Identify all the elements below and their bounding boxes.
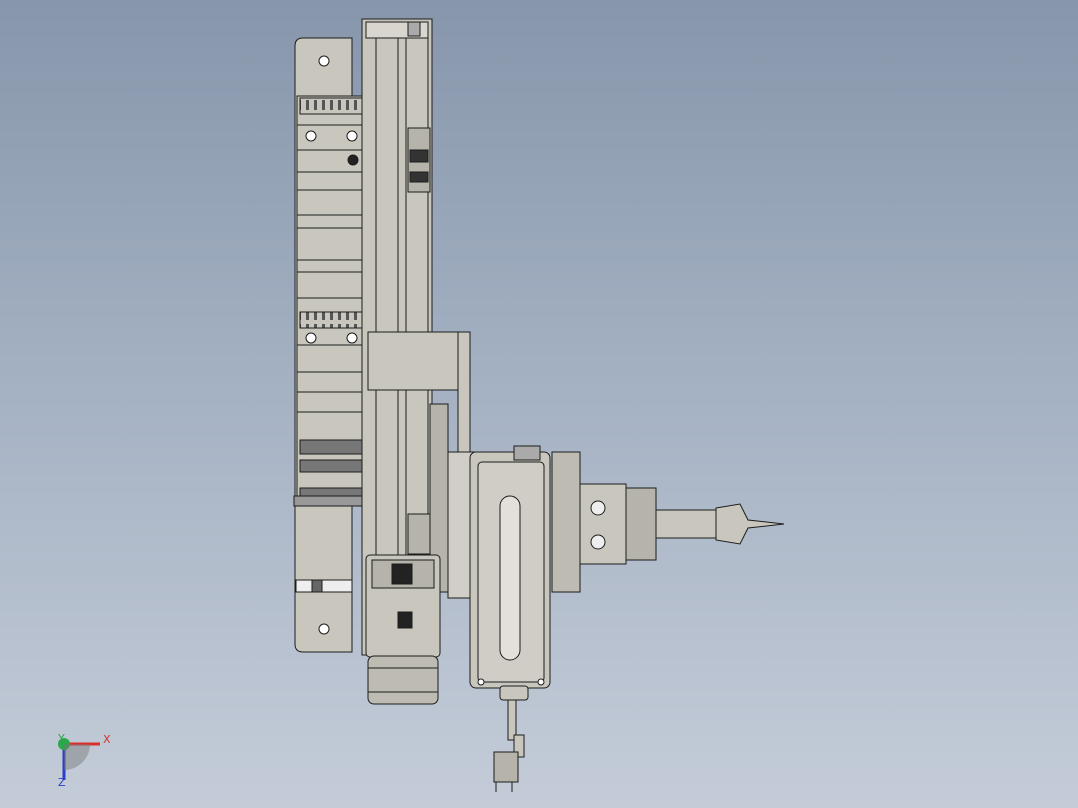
- rotary-motor[interactable]: [469, 445, 581, 689]
- y-axis-label: Y: [58, 732, 65, 745]
- robot-axis-assembly-model[interactable]: [0, 0, 1078, 808]
- vertical-axis-motor[interactable]: [365, 554, 441, 705]
- triad-shade: [64, 744, 90, 770]
- cable-drag-chain[interactable]: [293, 95, 368, 507]
- gripper-head[interactable]: [579, 483, 785, 565]
- motor-cable[interactable]: [493, 685, 529, 792]
- z-axis-label: Z: [58, 776, 66, 789]
- x-axis-label: X: [103, 733, 111, 746]
- cad-graphics-viewport[interactable]: X Y Z: [0, 0, 1078, 808]
